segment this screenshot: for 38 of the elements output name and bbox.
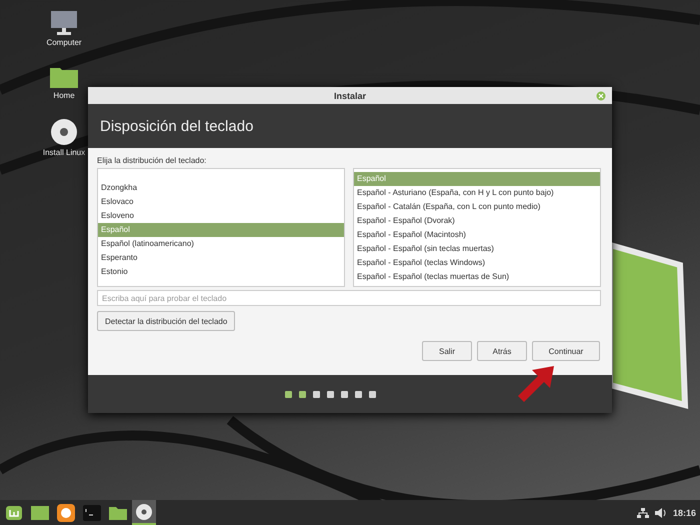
file-manager-icon [31, 506, 49, 520]
arrow-icon [516, 364, 556, 404]
logo-icon [5, 504, 23, 522]
network-icon[interactable] [636, 508, 649, 518]
detect-button[interactable]: Detectar la distribución del teclado [97, 311, 236, 331]
volume-icon[interactable] [654, 508, 667, 518]
folder-icon[interactable] [49, 65, 79, 89]
layout-item[interactable]: Eslovaco [98, 195, 344, 209]
layout-item[interactable]: Español (latinoamericano) [98, 237, 344, 251]
desktop-icon-label[interactable]: Home [53, 91, 75, 100]
desktop-icon-label[interactable]: Computer [46, 38, 82, 47]
variant-item[interactable]: Español - Catalán (España, con L con punto medio) [354, 200, 600, 214]
disc-launcher[interactable] [132, 500, 156, 525]
monitor-icon[interactable] [49, 10, 79, 36]
variant-item[interactable]: Español - Español (teclas Windows) [354, 256, 600, 270]
dialog-button[interactable]: Continuar [532, 341, 600, 361]
variant-item[interactable]: Español - Español (Dvorak) [354, 214, 600, 228]
layout-item[interactable]: Dzongkha [98, 181, 344, 195]
browser-icon [57, 504, 75, 522]
desktop-icon-label[interactable]: Install Linux [42, 148, 86, 157]
disc-icon[interactable] [50, 118, 78, 146]
clock[interactable]: 18:16 [672, 508, 696, 518]
test-input-field[interactable]: Escriba aquí para probar el teclado [97, 290, 601, 306]
layout-item[interactable]: Estonio [98, 265, 344, 279]
dialog-button[interactable]: Atrás [477, 341, 527, 361]
folder-icon [109, 506, 127, 520]
window-title: Instalar [334, 90, 366, 100]
variant-item[interactable]: Español - Asturiano (España, con H y L con punto bajo) [354, 186, 600, 200]
layout-item[interactable]: Esperanto [98, 251, 344, 265]
dialog-button[interactable]: Salir [422, 341, 472, 361]
variant-item[interactable]: Español - Español (Macintosh) [354, 228, 600, 242]
page-heading: Disposición del teclado [100, 118, 254, 134]
layout-item[interactable]: Esloveno [98, 209, 344, 223]
disc-icon [135, 502, 153, 520]
prompt-label: Elija la distribución del teclado: [97, 156, 208, 165]
variant-item[interactable]: Español - Español (sin teclas muertas) [354, 242, 600, 256]
terminal-icon [83, 504, 101, 520]
variant-item[interactable]: Español - Español (teclas muertas de Sun) [354, 270, 600, 284]
